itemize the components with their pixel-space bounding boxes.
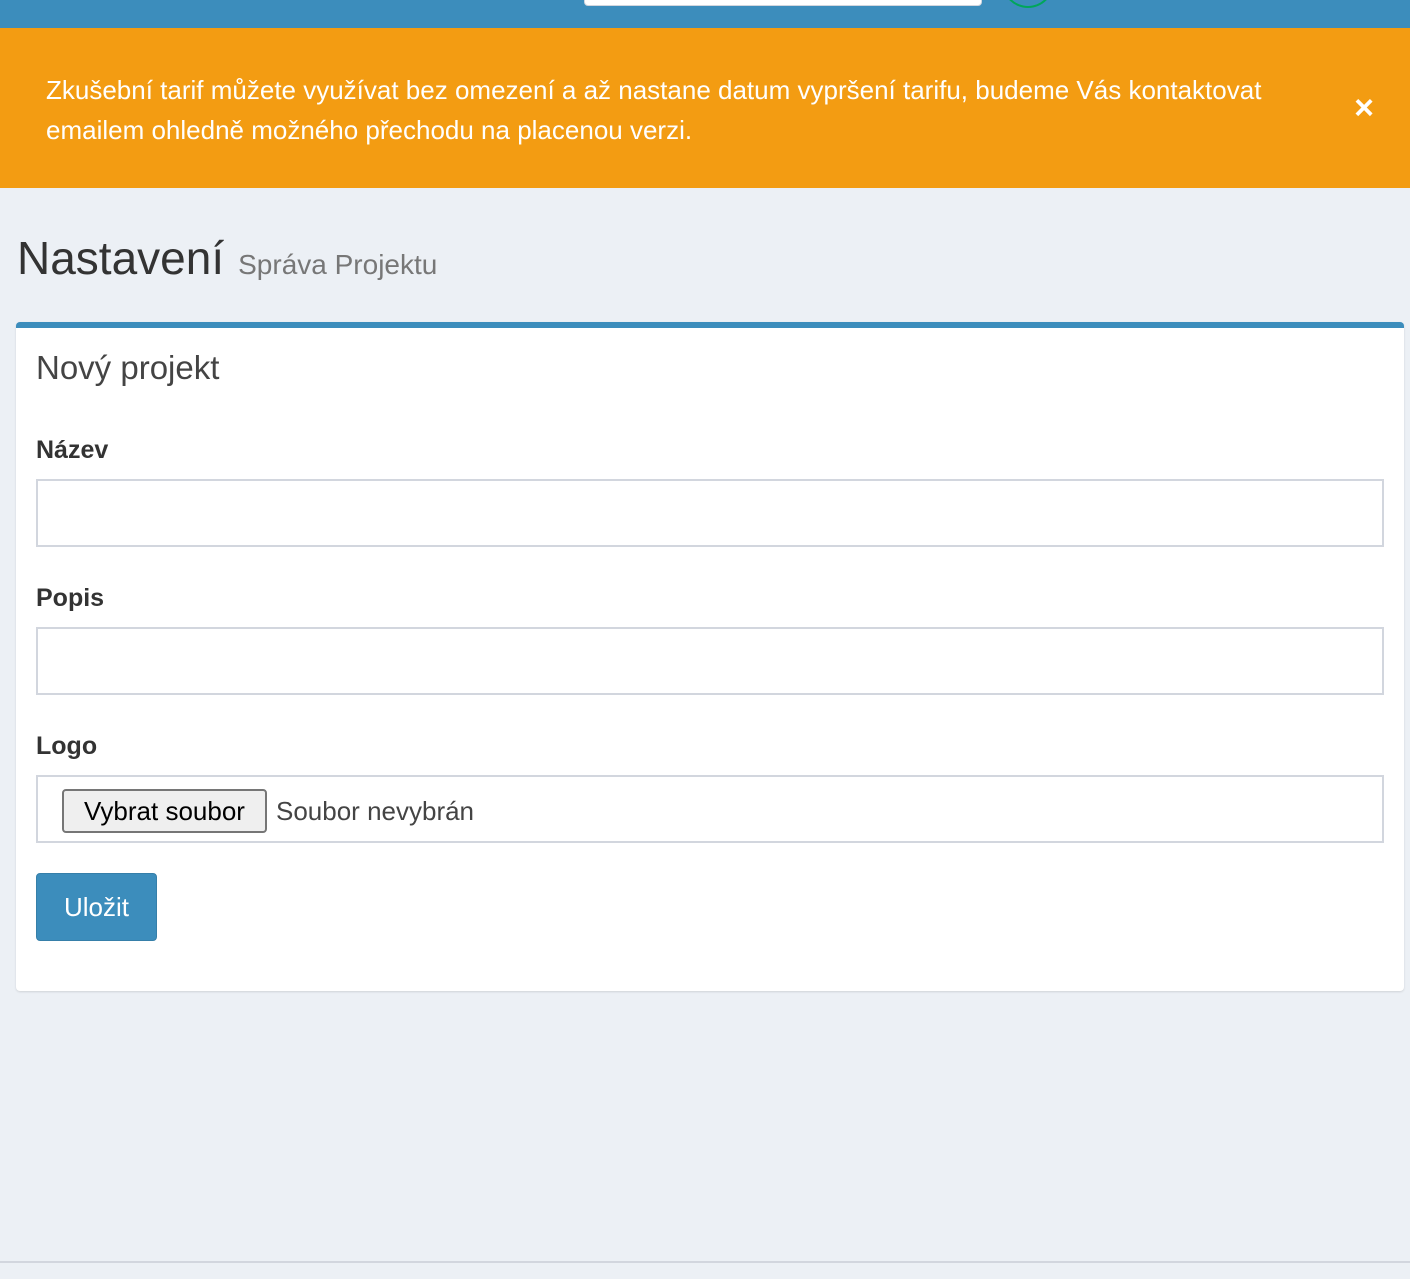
- footer-divider: [0, 1261, 1410, 1263]
- logo-file-input[interactable]: Vybrat soubor Soubor nevybrán: [36, 775, 1384, 843]
- page-header: Nastavení Správa Projektu: [17, 228, 437, 288]
- user-avatar[interactable]: [1002, 0, 1054, 8]
- box-title: Nový projekt: [36, 349, 220, 386]
- name-input[interactable]: [36, 479, 1384, 547]
- alert-message: Zkušební tarif můžete využívat bez omeze…: [46, 75, 1262, 145]
- page-title: Nastavení: [17, 232, 225, 284]
- description-input[interactable]: [36, 627, 1384, 695]
- save-button[interactable]: Uložit: [36, 873, 157, 941]
- description-label: Popis: [36, 584, 105, 612]
- trial-warning-alert: Zkušební tarif můžete využívat bez omeze…: [0, 28, 1410, 188]
- new-project-box: Nový projekt Název Popis Logo Vybrat sou…: [16, 322, 1404, 991]
- logo-label: Logo: [36, 732, 98, 760]
- top-navbar: [0, 0, 1410, 28]
- choose-file-button[interactable]: Vybrat soubor: [62, 789, 267, 833]
- close-icon[interactable]: ×: [1349, 88, 1379, 128]
- page-subtitle: Správa Projektu: [238, 249, 438, 280]
- name-label: Název: [36, 436, 109, 464]
- file-status-text: Soubor nevybrán: [276, 796, 475, 826]
- navbar-search-input[interactable]: [584, 0, 982, 6]
